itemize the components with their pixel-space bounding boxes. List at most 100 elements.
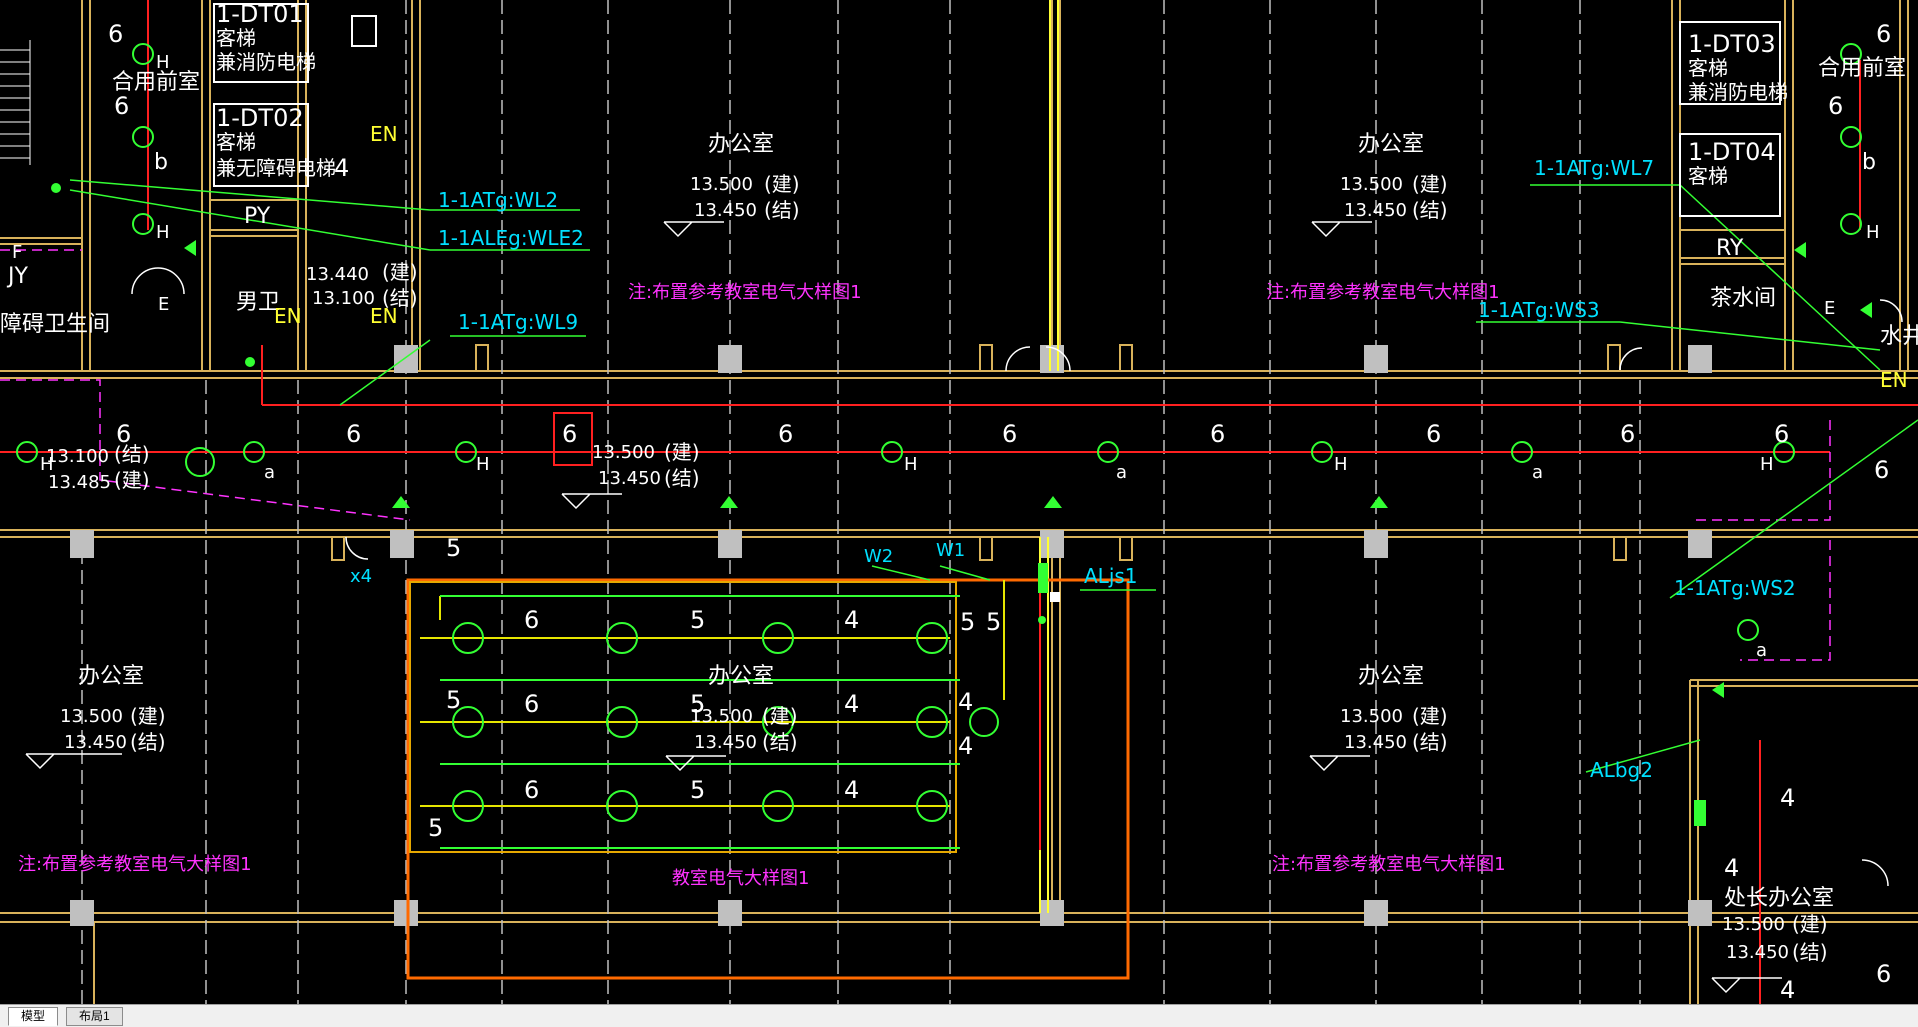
circuit-tag[interactable]: 1-1ALEg:WLE2 <box>438 228 584 248</box>
elev-arch: 13.500 <box>1340 706 1403 727</box>
wire-count: 6 <box>1828 92 1844 120</box>
fixture-mark: H <box>1760 454 1774 475</box>
elevator-desc: 兼消防电梯 <box>1688 80 1788 104</box>
wire-count: 6 <box>1876 960 1892 988</box>
wire-count: 6 <box>562 420 578 448</box>
wire-count: 4 <box>844 606 860 634</box>
fixture-mark: H <box>904 454 918 475</box>
elev-arch: 13.100 <box>46 446 109 467</box>
fixture-mark: H <box>156 222 170 243</box>
elev-str: 13.450 <box>694 200 757 221</box>
room-name: 办公室 <box>1358 132 1425 157</box>
elevator-desc: 兼无障碍电梯 <box>216 156 336 180</box>
elev-tag: (结) <box>664 466 700 490</box>
detail-title: 教室电气大样图1 <box>672 868 810 889</box>
fixture-mark: H <box>156 52 170 73</box>
shaft-label: RY <box>1716 236 1744 261</box>
elev-tag: (建) <box>762 704 798 728</box>
fixture-mark: H <box>1334 454 1348 475</box>
elev-str: 13.450 <box>694 732 757 753</box>
wire-count: 6 <box>1210 420 1226 448</box>
wire-count: 4 <box>334 154 350 182</box>
fixture-mark: a <box>1756 640 1768 661</box>
wire-count: 6 <box>524 606 540 634</box>
circuit-tag[interactable]: 1-1ATg:WL2 <box>438 190 558 210</box>
wire-count: 6 <box>1426 420 1442 448</box>
design-note: 注:布置参考教室电气大样图1 <box>1266 282 1500 303</box>
elevator-desc: 兼消防电梯 <box>216 50 316 74</box>
wire-count: 6 <box>1620 420 1636 448</box>
circuit-tag[interactable]: ALjs1 <box>1084 566 1138 586</box>
elev-tag: (结) <box>1412 198 1448 222</box>
circuit-tag[interactable]: W2 <box>864 548 893 566</box>
elev-arch: 13.500 <box>592 442 655 463</box>
elev-tag: (结) <box>130 730 166 754</box>
cad-model-space[interactable]: 办公室 13.500 (建) 13.450 (结) 办公室 13.500 (建)… <box>0 0 1918 1004</box>
elev-arch: 13.500 <box>1722 914 1785 935</box>
walls <box>0 0 1918 1004</box>
circuit-tag[interactable]: W1 <box>936 542 965 560</box>
elev-str: 13.450 <box>598 468 661 489</box>
fixture-mark: a <box>264 462 276 483</box>
wire-count: 5 <box>446 686 462 714</box>
room-name: 障碍卫生间 <box>0 312 111 337</box>
wire-count: 6 <box>1874 456 1890 484</box>
elevator-code: 1-DT02 <box>216 104 304 132</box>
wire-count: 5 <box>986 608 1002 636</box>
wire-count: 4 <box>844 776 860 804</box>
tab-model[interactable]: 模型 <box>8 1007 59 1026</box>
shaft-label: EN <box>370 304 398 328</box>
room-name: 合用前室 <box>112 70 201 95</box>
circuit-tag[interactable]: ALbg2 <box>1590 760 1653 780</box>
wire-count: 6 <box>114 92 130 120</box>
circuit-tag[interactable]: 1-1ATg:WL9 <box>458 312 578 332</box>
wire-count: 6 <box>1774 420 1790 448</box>
room-name: 办公室 <box>1358 664 1425 689</box>
fixture-mark: H <box>40 454 54 475</box>
wire-count: 5 <box>446 534 462 562</box>
circuits <box>0 0 1918 1004</box>
wire-count: 4 <box>958 688 974 716</box>
risers <box>1039 0 1059 913</box>
wire-count: 6 <box>346 420 362 448</box>
shaft-label: JY <box>8 264 28 289</box>
elev-str: 13.450 <box>1726 942 1789 963</box>
circuit-tag[interactable]: 1-1ATg:WS2 <box>1674 578 1796 598</box>
shaft-label: PY <box>244 204 271 229</box>
design-note: 注:布置参考教室电气大样图1 <box>1272 854 1506 875</box>
elev-arch: 13.500 <box>60 706 123 727</box>
wire-count: 6 <box>1002 420 1018 448</box>
fixture-mark: a <box>1116 462 1128 483</box>
elev-str: 13.485 <box>48 472 111 493</box>
elevator-desc: 客梯 <box>1688 164 1728 188</box>
elev-str: 13.450 <box>64 732 127 753</box>
circuit-tag[interactable]: x4 <box>350 568 372 586</box>
room-name: 水井 <box>1880 324 1918 349</box>
level-markers <box>25 221 1782 994</box>
layout-tab-bar: 模型 布局1 <box>0 1004 1918 1027</box>
room-name: 合用前室 <box>1818 56 1907 81</box>
wire-count: 6 <box>108 20 124 48</box>
tab-layout1[interactable]: 布局1 <box>66 1007 123 1026</box>
elev-tag: (建) <box>1792 912 1828 936</box>
wire-count: 6 <box>116 420 132 448</box>
floor-plan-drawing[interactable] <box>0 0 1918 1004</box>
elev-str: 13.100 <box>312 288 375 309</box>
elev-arch: 13.440 <box>306 264 369 285</box>
elev-tag: (建) <box>664 440 700 464</box>
design-note: 注:布置参考教室电气大样图1 <box>18 854 252 875</box>
shaft-label: E <box>1824 298 1836 319</box>
wire-count: 6 <box>1876 20 1892 48</box>
room-name: 处长办公室 <box>1724 886 1835 911</box>
elev-str: 13.450 <box>1344 200 1407 221</box>
shaft-label: E <box>158 294 170 315</box>
elevator-code: 1-DT04 <box>1688 138 1776 166</box>
shaft-label: EN <box>1880 368 1908 392</box>
circuit-tag[interactable]: 1-1ATg:WL7 <box>1534 158 1654 178</box>
wire-count: 5 <box>690 606 706 634</box>
room-name: 办公室 <box>708 132 775 157</box>
stairs <box>0 40 31 165</box>
elev-tag: (结) <box>1412 730 1448 754</box>
fixture-mark: H <box>1866 222 1880 243</box>
circuit-tag[interactable]: 1-1ATg:WS3 <box>1478 300 1600 320</box>
